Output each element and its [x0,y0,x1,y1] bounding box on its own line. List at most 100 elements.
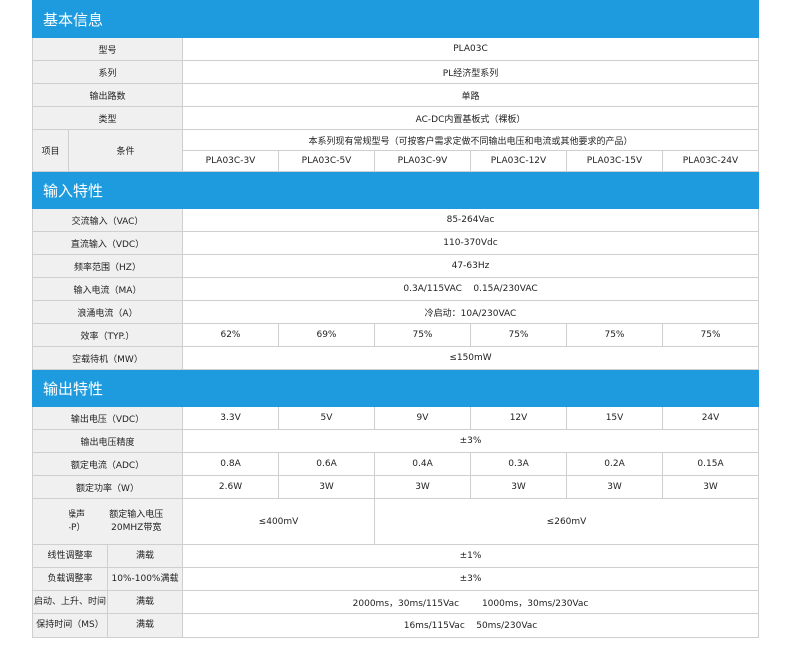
type-value: AC-DC内置基板式（裸板） [181,106,760,130]
voltage-accuracy-value: ±3% [181,429,760,453]
hold-time-condition: 满载 [135,620,154,630]
frequency-value: 47-63Hz [181,254,760,278]
ripple-label-line-1: 纹波与噪声 [68,509,86,520]
row-load-regulation: 负载调整率 10%-100%满载 ±3% [32,567,760,591]
ac-input-value: 85-264Vac [181,208,760,232]
row-model-note: 项目 条件 本系列现有常规型号（可按客户需求定做不同输出电压和电流或其他要求的产… [32,129,760,172]
row-standby: 空载待机（MW） ≤150mW [32,346,760,370]
inrush-value: 冷启动：10A/230VAC [181,300,760,324]
output-voltage-value: 9V [374,406,471,430]
load-regulation-label: 负载调整率 [34,568,108,590]
model-name: PLA03C-15V [566,150,663,172]
frequency-label: 频率范围（HZ） [32,254,183,278]
rated-power-label: 额定功率（W） [32,475,183,499]
model-name: PLA03C-3V [182,150,279,172]
outputs-value: 单路 [181,83,760,107]
section-title-input: 输入特性 [31,171,760,209]
ripple-label-wrap: 纹波与噪声 （MVP-P） 额定输入电压 20MHZ带宽 [68,498,183,545]
load-regulation-condition: 10%-100%满载 [111,574,179,584]
ripple-label-line-2: （MVP-P） [69,522,86,533]
condition-label: 条件 [68,129,183,172]
ac-input-label: 交流输入（VAC） [32,208,183,232]
row-voltage-accuracy: 输出电压精度 ±3% [32,429,760,453]
row-rise-time: 启动、上升、时间 满载 2000ms，30ms/115Vac 1000ms，30… [32,590,760,614]
rated-current-value: 0.3A [470,452,567,476]
row-outputs: 输出路数 单路 [32,83,760,107]
ripple-condition-line-2: 20MHZ带宽 [111,522,162,533]
line-regulation-cell: 线性调整率 满载 [32,544,183,568]
output-voltage-value: 5V [278,406,375,430]
model-label: 型号 [32,37,183,61]
section-title-output: 输出特性 [31,369,760,407]
rated-power-value: 3W [470,475,567,499]
row-input-current: 输入电流（MA） 0.3A/115VAC 0.15A/230VAC [32,277,760,301]
rise-time-cell: 启动、上升、时间 满载 [32,590,183,614]
standby-value: ≤150mW [181,346,760,370]
rise-time-value: 2000ms，30ms/115Vac 1000ms，30ms/230Vac [181,590,760,614]
row-hold-time: 保持时间（MS） 满载 16ms/115Vac 50ms/230Vac [32,613,760,638]
efficiency-label: 效率（TYP.） [32,323,183,347]
output-voltage-value: 15V [566,406,663,430]
model-value: PLA03C [181,37,760,61]
rated-current-value: 0.6A [278,452,375,476]
series-value: PL经济型系列 [181,60,760,84]
row-output-voltage: 输出电压（VDC） 3.3V 5V 9V 12V 15V 24V [32,406,760,430]
rated-power-value: 2.6W [182,475,279,499]
outputs-label: 输出路数 [32,83,183,107]
efficiency-value: 62% [182,323,279,347]
line-regulation-value: ±1% [181,544,760,568]
rated-current-value: 0.2A [566,452,663,476]
input-current-value: 0.3A/115VAC 0.15A/230VAC [181,277,760,301]
item-label: 项目 [32,129,69,172]
rated-current-value: 0.15A [661,452,760,476]
rated-current-value: 0.4A [374,452,471,476]
model-note: 本系列现有常规型号（可按客户需求定做不同输出电压和电流或其他要求的产品） [181,129,760,151]
dc-input-value: 110-370Vdc [181,231,760,255]
row-rated-current: 额定电流（ADC） 0.8A 0.6A 0.4A 0.3A 0.2A 0.15A [32,452,760,476]
ripple-label: 纹波与噪声 （MVP-P） [69,509,93,535]
inrush-label: 浪涌电流（A） [32,300,183,324]
section-header-output: 输出特性 [31,369,760,407]
model-name: PLA03C-5V [278,150,375,172]
row-efficiency: 效率（TYP.） 62% 69% 75% 75% 75% 75% [32,323,760,347]
ripple-condition: 额定输入电压 20MHZ带宽 [93,509,181,535]
rated-power-value: 3W [278,475,375,499]
section-header-input: 输入特性 [31,171,760,209]
dc-input-label: 直流输入（VDC） [32,231,183,255]
row-ripple: 纹波与噪声 （MVP-P） 额定输入电压 20MHZ带宽 ≤400mV ≤260… [32,498,760,545]
row-series: 系列 PL经济型系列 [32,60,760,84]
spec-sheet: 基本信息 型号 PLA03C 系列 PL经济型系列 输出路数 单路 类型 AC-… [31,0,760,638]
rise-time-label: 启动、上升、时间 [34,591,108,613]
type-label: 类型 [32,106,183,130]
section-title-basic: 基本信息 [31,0,760,38]
section-header-basic: 基本信息 [31,0,760,38]
ripple-label-cell [32,498,69,545]
model-name: PLA03C-12V [470,150,567,172]
rated-power-value: 3W [566,475,663,499]
efficiency-value: 69% [278,323,375,347]
row-line-regulation: 线性调整率 满载 ±1% [32,544,760,568]
model-name: PLA03C-24V [661,150,760,172]
load-regulation-value: ±3% [181,567,760,591]
hold-time-value: 16ms/115Vac 50ms/230Vac [181,613,760,638]
efficiency-value: 75% [470,323,567,347]
row-ac-input: 交流输入（VAC） 85-264Vac [32,208,760,232]
rated-power-value: 3W [374,475,471,499]
efficiency-value: 75% [566,323,663,347]
output-voltage-value: 3.3V [182,406,279,430]
line-regulation-label: 线性调整率 [34,545,108,567]
rated-power-value: 3W [661,475,760,499]
hold-time-cell: 保持时间（MS） 满载 [32,613,183,638]
efficiency-value: 75% [374,323,471,347]
row-dc-input: 直流输入（VDC） 110-370Vdc [32,231,760,255]
line-regulation-condition: 满载 [135,551,154,561]
voltage-accuracy-label: 输出电压精度 [32,429,183,453]
output-voltage-label: 输出电压（VDC） [32,406,183,430]
row-rated-power: 额定功率（W） 2.6W 3W 3W 3W 3W 3W [32,475,760,499]
row-model: 型号 PLA03C [32,37,760,61]
model-name: PLA03C-9V [374,150,471,172]
rated-current-label: 额定电流（ADC） [32,452,183,476]
ripple-value-b: ≤260mV [373,498,760,545]
rated-current-value: 0.8A [182,452,279,476]
output-voltage-value: 12V [470,406,567,430]
